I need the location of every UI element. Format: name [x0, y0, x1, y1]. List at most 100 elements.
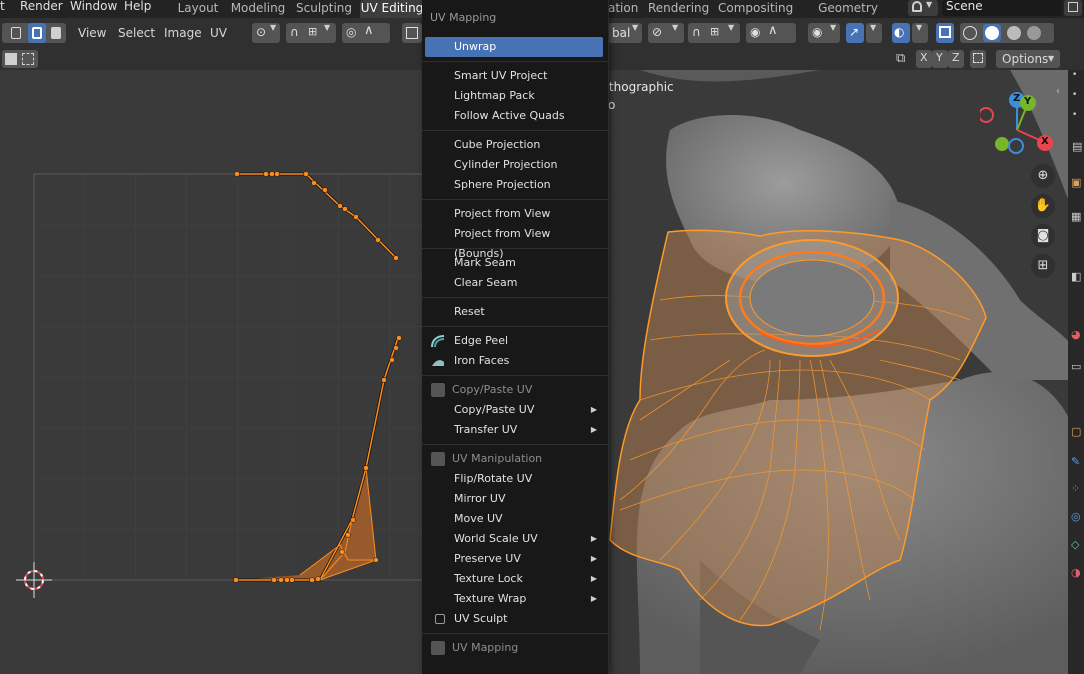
- menu-item-cube-projection[interactable]: Cube Projection: [425, 135, 603, 155]
- snap-group[interactable]: ∩ ⊞ ▼: [286, 23, 336, 43]
- view-layer-tab-icon[interactable]: ◧: [1071, 270, 1081, 283]
- neg-y-axis-icon[interactable]: [995, 137, 1009, 151]
- face-select-button[interactable]: [48, 23, 64, 43]
- zoom-button[interactable]: ⊕: [1031, 164, 1055, 188]
- menu-item-world-scale-uv[interactable]: World Scale UV ▶: [425, 529, 603, 549]
- menu-item-flip-rotate-uv[interactable]: Flip/Rotate UV: [425, 469, 603, 489]
- mirror-z-button[interactable]: Z: [948, 50, 964, 68]
- render-tab-icon[interactable]: ▣: [1071, 176, 1081, 189]
- proportional-editing-group[interactable]: ◎ ∧: [342, 23, 390, 43]
- chevron-down-icon: ▼: [916, 23, 923, 32]
- output-tab-icon[interactable]: ▦: [1071, 210, 1081, 223]
- tab-rendering[interactable]: Rendering: [648, 0, 709, 18]
- rendered-shading-button[interactable]: [1027, 26, 1041, 40]
- particles-tab-icon[interactable]: ⁘: [1071, 482, 1080, 495]
- menu-select[interactable]: Select: [118, 23, 155, 43]
- neg-x-axis-icon[interactable]: [980, 107, 994, 123]
- solid-shading-button[interactable]: [983, 24, 1001, 42]
- sidebar-toggle-icon[interactable]: ‹: [1056, 86, 1060, 97]
- perspective-toggle-button[interactable]: ⊞: [1031, 254, 1055, 278]
- neg-z-axis-icon[interactable]: [1008, 138, 1024, 154]
- uv-sculpt-checkbox[interactable]: [435, 614, 445, 624]
- menu-item-move-uv[interactable]: Move UV: [425, 509, 603, 529]
- 3d-viewport[interactable]: rthographic o Z Y X ⊕ ✋ ◙ ⊞ ‹: [608, 70, 1084, 674]
- menu-item-transfer-uv[interactable]: Transfer UV ▶: [425, 420, 603, 440]
- gizmo-dropdown[interactable]: ▼: [866, 23, 882, 43]
- uv-sync-select-group[interactable]: [2, 50, 38, 68]
- gizmo-toggle-button[interactable]: ↗: [846, 23, 864, 43]
- data-tab-icon[interactable]: ◇: [1071, 538, 1079, 551]
- scene-tab-icon[interactable]: ◕: [1071, 328, 1081, 341]
- menu-item-sphere-projection[interactable]: Sphere Projection: [425, 175, 603, 195]
- menu-item-texture-wrap[interactable]: Texture Wrap ▶: [425, 589, 603, 609]
- edge-select-button[interactable]: [28, 23, 46, 43]
- viewport-header: bal ▼ ⊘ ▼ ∩ ⊞ ▼ ◉ ∧ ◉ ▼ ↗ ▼ ◐ ▼: [608, 18, 1084, 48]
- pivot-dropdown[interactable]: ⊘ ▼: [648, 23, 684, 43]
- properties-tab-icon[interactable]: •: [1072, 110, 1077, 120]
- options-dropdown[interactable]: Options ▼: [996, 50, 1060, 68]
- tab-sculpting[interactable]: Sculpting: [296, 0, 352, 18]
- visibility-dropdown[interactable]: ◉ ▼: [808, 23, 840, 43]
- section-header-copy-paste-uv: Copy/Paste UV: [425, 380, 603, 400]
- mirror-y-button[interactable]: Y: [932, 50, 948, 68]
- menu-image[interactable]: Image: [164, 23, 202, 43]
- uv-editor-canvas[interactable]: [0, 70, 422, 674]
- menu-item-clear-seam[interactable]: Clear Seam: [425, 273, 603, 293]
- material-tab-icon[interactable]: ◑: [1071, 566, 1081, 579]
- tab-compositing[interactable]: Compositing: [718, 0, 793, 18]
- world-tab-icon[interactable]: ▭: [1071, 360, 1081, 373]
- new-scene-button[interactable]: [1064, 0, 1082, 16]
- material-shading-button[interactable]: [1007, 26, 1021, 40]
- vertex-select-button[interactable]: [8, 23, 24, 43]
- scene-selector-button[interactable]: ▼: [908, 0, 938, 16]
- menu-item-copy-paste-uv[interactable]: Copy/Paste UV ▶: [425, 400, 603, 420]
- object-tab-icon[interactable]: ▢: [1071, 425, 1081, 438]
- tab-animation-partial[interactable]: ation: [608, 0, 638, 18]
- mesh-symmetry-button[interactable]: [970, 50, 986, 68]
- menu-view[interactable]: View: [78, 23, 106, 43]
- physics-tab-icon[interactable]: ◎: [1071, 510, 1081, 523]
- menu-item-follow-active-quads[interactable]: Follow Active Quads: [425, 106, 603, 126]
- pivot-point-dropdown[interactable]: ⊙ ▼: [252, 23, 280, 43]
- snap-group[interactable]: ∩ ⊞ ▼: [688, 23, 740, 43]
- menu-item-texture-lock[interactable]: Texture Lock ▶: [425, 569, 603, 589]
- menu-item-project-from-view[interactable]: Project from View: [425, 204, 603, 224]
- menu-item-project-from-view-bounds[interactable]: Project from View (Bounds): [425, 224, 603, 260]
- menu-item-reset[interactable]: Reset: [425, 302, 603, 322]
- menu-window[interactable]: Window: [70, 0, 117, 18]
- overlays-dropdown[interactable]: ▼: [912, 23, 928, 43]
- snap-icon: ∩: [692, 25, 701, 39]
- camera-view-button[interactable]: ◙: [1031, 224, 1055, 248]
- menu-item-preserve-uv[interactable]: Preserve UV ▶: [425, 549, 603, 569]
- tab-uv-editing[interactable]: UV Editing: [360, 0, 424, 18]
- image-browse-button[interactable]: [402, 23, 422, 43]
- tool-tab-icon[interactable]: ▤: [1072, 140, 1082, 153]
- menu-file-partial[interactable]: t: [0, 0, 5, 18]
- pan-button[interactable]: ✋: [1031, 194, 1055, 218]
- modifier-tab-icon[interactable]: ✎: [1071, 455, 1080, 468]
- tab-modeling[interactable]: Modeling: [230, 0, 286, 18]
- properties-tab-icon[interactable]: •: [1072, 70, 1077, 80]
- menu-help[interactable]: Help: [124, 0, 151, 18]
- menu-item-lightmap-pack[interactable]: Lightmap Pack: [425, 86, 603, 106]
- xray-toggle-button[interactable]: [936, 23, 954, 43]
- menu-item-iron-faces[interactable]: Iron Faces: [425, 351, 603, 371]
- menu-uv[interactable]: UV: [210, 23, 227, 43]
- transform-orientation-dropdown[interactable]: bal ▼: [608, 23, 642, 43]
- menu-item-edge-peel[interactable]: Edge Peel: [425, 331, 603, 351]
- menu-item-cylinder-projection[interactable]: Cylinder Projection: [425, 155, 603, 175]
- menu-item-mirror-uv[interactable]: Mirror UV: [425, 489, 603, 509]
- menu-item-unwrap[interactable]: Unwrap: [425, 37, 603, 57]
- menu-item-label: Mark Seam: [454, 256, 516, 269]
- wireframe-shading-button[interactable]: [963, 26, 977, 40]
- properties-tab-icon[interactable]: •: [1072, 90, 1077, 100]
- menu-item-smart-uv-project[interactable]: Smart UV Project: [425, 66, 603, 86]
- tab-geometry-nodes[interactable]: Geometry Nodes: [800, 0, 896, 32]
- proportional-editing-group[interactable]: ◉ ∧: [746, 23, 796, 43]
- menu-item-uv-sculpt[interactable]: UV Sculpt: [425, 609, 603, 629]
- mirror-x-button[interactable]: X: [916, 50, 932, 68]
- menu-render[interactable]: Render: [20, 0, 63, 18]
- tab-layout[interactable]: Layout: [176, 0, 220, 18]
- overlays-toggle-button[interactable]: ◐: [892, 23, 910, 43]
- menu-item-mark-seam[interactable]: Mark Seam: [425, 253, 603, 273]
